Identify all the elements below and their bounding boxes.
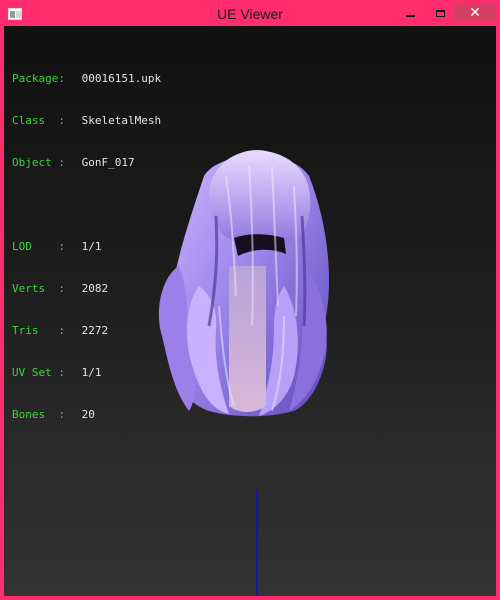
title-bar[interactable]: UE Viewer ✕ (4, 4, 496, 26)
maximize-icon (435, 9, 445, 17)
close-icon: ✕ (469, 5, 481, 21)
3d-viewport[interactable]: Package: 00016151.upk Class : SkeletalMe… (4, 26, 496, 596)
app-window: UE Viewer ✕ Package: 00016151.upk Class … (0, 0, 500, 600)
minimize-button[interactable] (396, 4, 424, 22)
hair-mesh-model[interactable] (4, 26, 496, 596)
minimize-icon (405, 15, 415, 17)
axis-line (256, 490, 258, 596)
neck-shape (229, 266, 266, 412)
maximize-button[interactable] (426, 4, 454, 22)
close-button[interactable]: ✕ (454, 4, 496, 22)
